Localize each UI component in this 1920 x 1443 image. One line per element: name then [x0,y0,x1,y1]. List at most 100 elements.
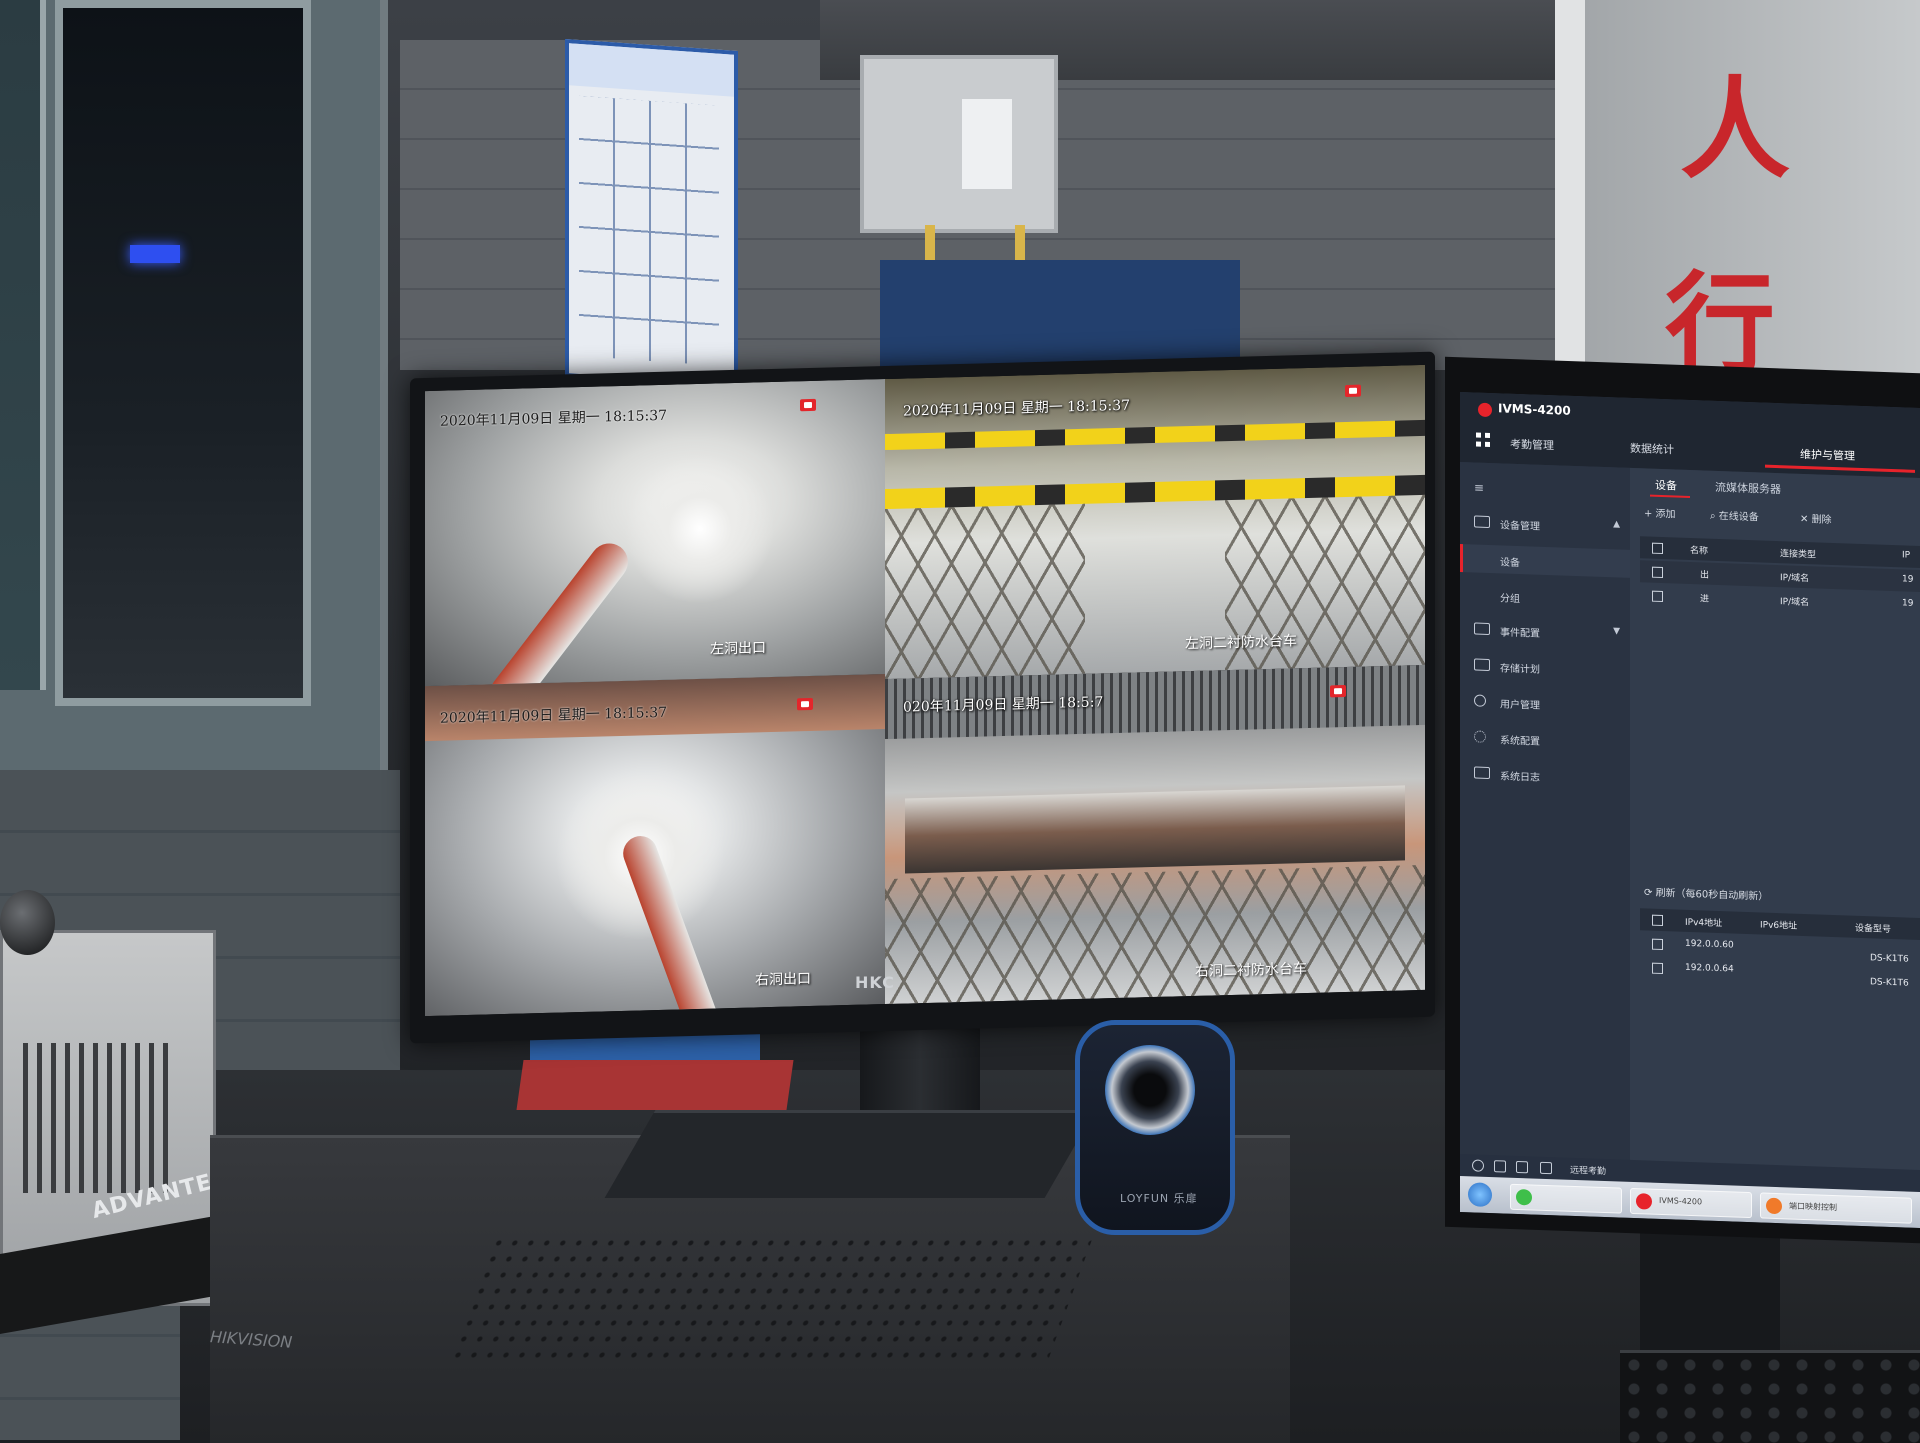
delete-device-button[interactable]: ✕ 删除 [1800,510,1832,526]
door-sign-char-1: 人 [1680,65,1790,194]
online-devices-label: 在线设备 [1718,511,1759,524]
row-checkbox[interactable] [1652,566,1663,579]
sidebar-item-devices[interactable]: 设备 [1460,543,1630,578]
row-checkbox[interactable] [1652,938,1663,951]
speaker-brand: LOYFUN 乐扉 [1120,1192,1198,1205]
sidebar-item-storage-plan[interactable]: 存储计划 [1460,650,1630,684]
select-all-checkbox[interactable] [1652,914,1663,927]
row-checkbox[interactable] [1652,590,1663,603]
camera-feed-right-trolley[interactable]: 020年11月09日 星期一 18:5:7 右洞二衬防水台车 [885,664,1425,1005]
steel-beam [905,785,1405,874]
log-icon [1474,766,1490,780]
device-connection: IP/域名 [1780,573,1810,585]
column-header-ip[interactable]: IP [1902,550,1910,560]
monitor-foot [604,1110,1096,1198]
right-monitor-stand [1640,1230,1780,1350]
camera-feed-right-exit[interactable]: 2020年11月09日 星期一 18:15:37 右洞出口 [425,674,885,1017]
search-icon: ⌕ [1710,510,1719,523]
sidebar-item-device-management[interactable]: 设备管理 ▲ [1460,507,1630,541]
sidebar-item-event-config[interactable]: 事件配置 ▼ [1460,614,1630,648]
camera-feed-left-exit[interactable]: 2020年11月09日 星期一 18:15:37 左洞出口 [425,379,885,687]
trash-icon[interactable] [1494,1160,1506,1173]
port-mapping-icon [1766,1197,1782,1215]
lock-icon[interactable] [1516,1160,1528,1174]
gear-icon [1474,730,1486,743]
record-icon [1330,684,1346,698]
camera-label: 左洞二衬防水台车 [1185,633,1297,653]
nav-attendance[interactable]: 考勤管理 [1510,436,1554,454]
camera-feed-left-trolley[interactable]: 2020年11月09日 星期一 18:15:37 左洞二衬防水台车 [885,364,1425,680]
start-button[interactable] [1468,1182,1492,1208]
nav-active-indicator [1765,464,1915,473]
device-connection: IP/域名 [1780,597,1810,609]
taskbar-app-label: 端口映射控制 [1789,1201,1837,1213]
nvr-vent [446,1235,1094,1365]
sidebar-item-label: 存储计划 [1500,663,1540,676]
online-devices-button[interactable]: ⌕ 在线设备 [1710,507,1759,524]
volume-icon[interactable] [1540,1161,1552,1175]
device-name: 进 [1700,594,1710,605]
nav-statistics[interactable]: 数据统计 [1630,440,1674,458]
camera-label: 右洞出口 [755,970,811,989]
taskbar-app-port-mapping[interactable]: 端口映射控制 [1760,1192,1912,1224]
refresh-icon: ⟳ [1644,887,1656,899]
steel-truss [885,503,1085,680]
browser-icon [1516,1188,1532,1206]
ivms-app-icon [1636,1193,1652,1210]
grid-menu-icon[interactable] [1476,432,1490,448]
pc-grille [23,1043,173,1193]
taskbar-app-browser[interactable] [1510,1183,1622,1214]
record-icon [800,398,816,412]
online-model: DS-K1T6 [1870,953,1909,965]
speaker: LOYFUN 乐扉 [1075,1020,1235,1235]
online-ipv4: 192.0.0.60 [1685,938,1734,951]
red-equipment [516,1060,794,1110]
chevron-down-icon: ▼ [1613,626,1620,637]
row-checkbox[interactable] [1652,962,1663,975]
electrical-box [860,55,1058,233]
add-device-button[interactable]: + 添加 [1644,504,1676,520]
column-header-connection[interactable]: 连接类型 [1780,546,1816,560]
hamburger-menu[interactable]: ≡ [1460,472,1630,506]
notice-board-header [569,43,734,97]
right-monitor-screen: IVMS-4200 考勤管理 数据统计 维护与管理 ≡ 设备管理 ▲ 设备 分组… [1460,391,1920,1229]
electrical-meter [962,99,1012,189]
column-header-ipv6[interactable]: IPv6地址 [1760,917,1797,931]
sidebar-item-user-management[interactable]: 用户管理 [1460,686,1630,720]
door-frame [1555,0,1585,380]
window-glass [55,0,311,706]
tab-devices[interactable]: 设备 [1655,477,1677,494]
sidebar-item-groups[interactable]: 分组 [1460,580,1630,614]
taskbar-app-label: IVMS-4200 [1659,1195,1703,1207]
hamburger-icon: ≡ [1474,480,1485,495]
camera-timestamp: 2020年11月09日 星期一 18:15:37 [903,397,1131,420]
tunnel-light [625,451,775,606]
close-icon: ✕ [1800,513,1812,526]
ivms-sidebar: ≡ 设备管理 ▲ 设备 分组 事件配置 ▼ 存储计划 用户管理 系统配置 系统日… [1460,461,1630,1168]
record-icon [797,697,813,711]
refresh-label: 刷新（每60秒自动刷新） [1655,887,1769,903]
column-header-name[interactable]: 名称 [1690,543,1708,557]
sidebar-item-label: 系统日志 [1500,771,1540,784]
online-model: DS-K1T6 [1870,977,1909,989]
alarm-icon[interactable] [1472,1159,1484,1172]
select-all-checkbox[interactable] [1652,542,1663,555]
keyboard [1620,1350,1920,1443]
window-glass-left [0,0,46,690]
refresh-button[interactable]: ⟳ 刷新（每60秒自动刷新） [1644,883,1768,902]
ivms-main-panel: 设备 流媒体服务器 + 添加 ⌕ 在线设备 ✕ 删除 名称 连接类型 IP 出 … [1630,467,1920,1179]
blue-light [130,245,180,263]
speaker-cone [1105,1045,1195,1135]
device-name: 出 [1700,570,1710,581]
sidebar-item-system-config[interactable]: 系统配置 [1460,722,1630,756]
sidebar-item-label: 设备管理 [1500,520,1540,533]
tab-streaming-server[interactable]: 流媒体服务器 [1715,479,1781,497]
nav-maintenance[interactable]: 维护与管理 [1800,446,1855,464]
record-icon [1345,384,1361,398]
column-header-ipv4[interactable]: IPv4地址 [1685,915,1722,929]
delete-label: 删除 [1811,514,1832,526]
status-text: 远程考勤 [1570,1165,1607,1178]
column-header-model[interactable]: 设备型号 [1855,921,1891,935]
sidebar-item-system-log[interactable]: 系统日志 [1460,758,1630,792]
taskbar-app-ivms[interactable]: IVMS-4200 [1630,1187,1752,1219]
